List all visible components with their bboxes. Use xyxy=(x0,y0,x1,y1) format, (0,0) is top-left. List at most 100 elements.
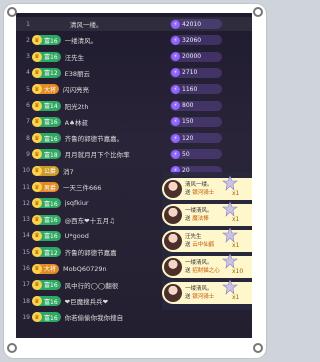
ranking-row[interactable]: 19 ♛ 富16 你若偷偷你我你搜自 xyxy=(16,310,252,324)
crown-icon: ♛ xyxy=(32,51,42,62)
badge-label: 富16 xyxy=(44,135,58,143)
ranking-row[interactable]: 9 ♛ 富18 月月就月月下个比你率 ⚡ 50 xyxy=(16,147,252,161)
rank-number: 14 xyxy=(22,232,30,240)
user-name: 齐鲁的郭德节嘉嘉 xyxy=(64,249,117,258)
gift-popup-panel: 清风一缕。送 银河骑士 x1 一缕清风。送 魔法棒 x1 汪先生送 云中仙鹤 x1 一缕清风… xyxy=(162,172,252,310)
lightning-icon: ⚡ xyxy=(171,133,180,143)
gift-sender: 汪先生 xyxy=(185,234,202,240)
badge-label: 富16 xyxy=(44,233,58,241)
user-name: 清风一缕。 xyxy=(70,21,103,29)
rank-number: 6 xyxy=(26,102,30,109)
contribution-score: ⚡ 120 xyxy=(170,133,222,144)
crown-icon: ♛ xyxy=(32,247,42,258)
score-value: 1160 xyxy=(182,85,198,93)
badge-label: 富18 xyxy=(44,151,58,159)
ranking-row[interactable]: 6 ♛ 富14 阳光2th ⚡ 800 xyxy=(16,99,252,113)
level-badge: ♛ 富16 xyxy=(32,279,61,290)
score-value: 2710 xyxy=(182,69,198,77)
level-badge: ♛ 公爵 xyxy=(32,165,60,176)
badge-label: 大将 xyxy=(44,266,57,273)
crown-icon: ♛ xyxy=(32,279,42,290)
crown-icon: ♛ xyxy=(32,198,42,209)
gift-icon xyxy=(222,175,238,191)
level-badge: ♛ 富14 xyxy=(32,100,61,111)
gift-sender: 一缕清风。 xyxy=(185,260,213,266)
crown-icon: ♛ xyxy=(32,312,42,323)
user-name: ❤巨魔搜兵兵❤ xyxy=(64,298,109,307)
ranking-row[interactable]: 5 ♛ 大将 闪闪亮亮 ⚡ 1160 xyxy=(16,82,252,96)
gift-item-name: 魔法棒 xyxy=(192,216,209,222)
contribution-score: ⚡ 2710 xyxy=(170,67,222,78)
gift-prefix: 送 xyxy=(185,216,191,222)
gift-notification: 汪先生送 云中仙鹤 x1 xyxy=(162,227,252,252)
crown-icon: ♛ xyxy=(32,133,42,144)
rank-number: 4 xyxy=(26,69,30,77)
user-name: 齐鲁的郭德节嘉嘉。 xyxy=(64,135,124,144)
contribution-score: ⚡ 150 xyxy=(170,116,222,127)
ranking-row[interactable]: 7 ♛ 富16 A♠林叔 ⚡ 150 xyxy=(16,115,252,129)
user-name: E38丽云 xyxy=(64,69,91,78)
level-badge: ♛ 富16 xyxy=(32,51,61,62)
gift-item-name: 银河骑士 xyxy=(192,294,215,300)
badge-label: 富16 xyxy=(44,37,58,45)
rank-number: 15 xyxy=(22,248,30,256)
crown-icon: ♛ xyxy=(32,149,42,160)
rank-number: 10 xyxy=(22,167,30,175)
gift-sender: 一缕清风。 xyxy=(185,286,213,292)
user-name: 闪闪亮亮 xyxy=(63,86,90,95)
level-badge: ♛ 富12 xyxy=(32,247,61,258)
frame-corner-pin xyxy=(253,343,263,353)
crown-icon: ♛ xyxy=(32,296,42,307)
crown-icon: ♛ xyxy=(32,84,42,95)
lightning-icon: ⚡ xyxy=(171,19,180,29)
level-badge: ♛ 富16 xyxy=(32,296,61,307)
badge-label: 富16 xyxy=(44,314,58,322)
user-name: 你若偷偷你我你搜自 xyxy=(64,314,124,323)
gift-notification: 清风一缕。送 银河骑士 x1 xyxy=(162,175,252,200)
contribution-score: ⚡ 1160 xyxy=(170,84,222,95)
score-value: 800 xyxy=(182,102,194,109)
ranking-row[interactable]: 8 ♛ 富16 齐鲁的郭德节嘉嘉。 ⚡ 120 xyxy=(16,131,252,145)
level-badge: ♛ 大将 xyxy=(32,263,60,274)
badge-label: 富16 xyxy=(44,282,58,290)
rank-number: 7 xyxy=(26,118,30,126)
ranking-row[interactable]: 4 ♛ 富12 E38丽云 ⚡ 2710 xyxy=(16,66,252,80)
gift-icon xyxy=(222,227,238,243)
level-badge: ♛ 富18 xyxy=(32,149,61,160)
level-badge: ♛ 富12 xyxy=(32,67,61,78)
rank-number: 3 xyxy=(26,53,30,61)
gift-notification: 一缕清风。送 银河骑士 x1 xyxy=(162,279,252,304)
score-value: 120 xyxy=(182,134,194,142)
rank-number: 19 xyxy=(22,313,30,321)
frame-corner-pin xyxy=(7,343,17,353)
ranking-row[interactable]: 1 清风一缕。 ⚡ 42010 xyxy=(16,17,252,31)
gift-text: 一缕清风。送 魔法棒 xyxy=(185,207,225,223)
frame-corner-pin xyxy=(7,7,17,17)
level-badge: ♛ 富16 xyxy=(32,214,61,225)
user-name: U*good xyxy=(64,231,89,240)
crown-icon: ♛ xyxy=(32,230,42,241)
ranking-row[interactable]: 2 ♛ 富16 一缕清风。 ⚡ 32060 xyxy=(16,33,252,47)
lightning-icon: ⚡ xyxy=(171,68,180,78)
avatar xyxy=(164,284,182,302)
gift-prefix: 送 xyxy=(185,268,191,274)
badge-label: 男爵 xyxy=(44,184,57,192)
crown-icon: ♛ xyxy=(32,263,42,274)
level-badge: ♛ 男爵 xyxy=(32,182,60,192)
score-value: 150 xyxy=(182,118,194,126)
rank-number: 8 xyxy=(26,134,30,142)
rank-number: 5 xyxy=(26,85,30,93)
badge-label: 公爵 xyxy=(44,168,57,176)
crown-icon: ♛ xyxy=(32,67,42,78)
crown-icon: ♛ xyxy=(32,116,42,127)
badge-label: 富16 xyxy=(44,200,58,208)
ranking-row[interactable]: 3 ♛ 富16 汪先生 ⚡ 20000 xyxy=(16,50,252,64)
user-name: MobQ60729n xyxy=(63,264,107,273)
rank-number: 16 xyxy=(22,265,30,272)
gift-text: 一缕清风。送 银河骑士 xyxy=(185,285,225,301)
level-badge: ♛ 大将 xyxy=(32,84,60,95)
rank-number: 12 xyxy=(22,199,30,207)
badge-label: 富16 xyxy=(44,119,58,127)
crown-icon: ♛ xyxy=(32,214,42,225)
crown-icon: ♛ xyxy=(32,35,42,46)
